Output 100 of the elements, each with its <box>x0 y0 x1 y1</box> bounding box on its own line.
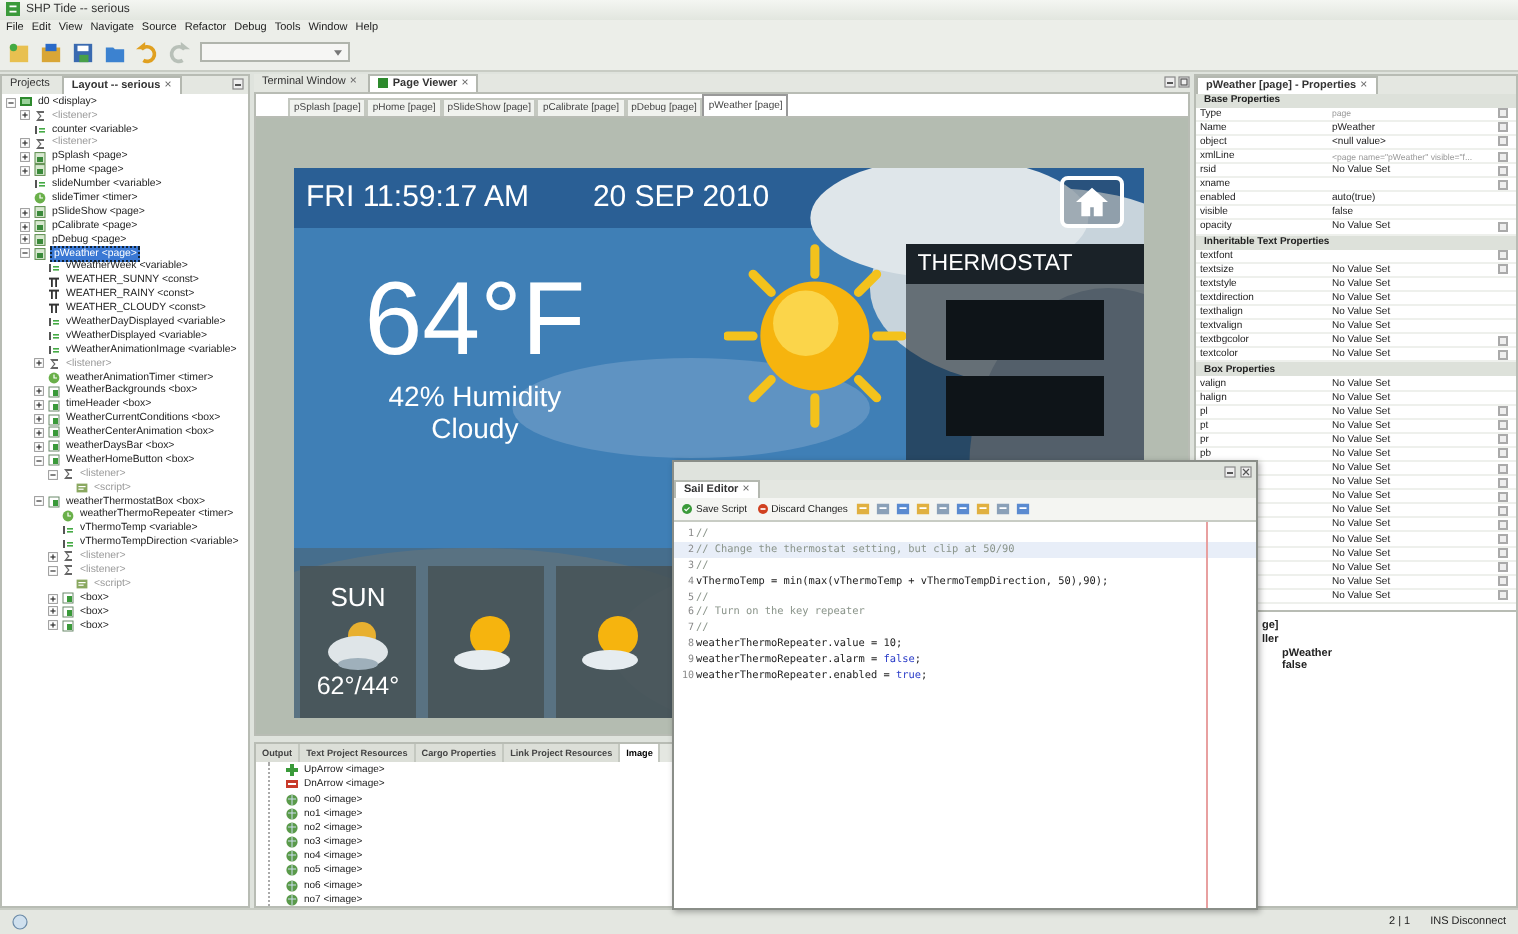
toolbar-icon[interactable] <box>875 502 890 516</box>
sigma-icon <box>34 109 46 122</box>
expand-icon[interactable] <box>34 386 44 397</box>
minimize-icon[interactable] <box>1224 465 1236 477</box>
ellipsis-button[interactable] <box>1498 179 1508 190</box>
toolbar-icon[interactable] <box>1015 502 1030 516</box>
configuration-dropdown[interactable] <box>200 42 350 63</box>
ellipsis-button[interactable] <box>1498 151 1508 161</box>
new-file-icon[interactable] <box>8 41 30 64</box>
sigma-icon <box>34 137 46 150</box>
maximize-icon[interactable] <box>1178 76 1190 89</box>
humidity-label: 42% Humidity <box>388 379 562 412</box>
toolbar-icon[interactable] <box>935 502 950 516</box>
toolbar-icon[interactable] <box>855 502 870 516</box>
undo-icon[interactable] <box>136 41 158 64</box>
minimize-icon[interactable] <box>1164 76 1176 89</box>
minus-icon <box>286 778 298 791</box>
ellipsis-button[interactable] <box>1498 562 1508 573</box>
expand-icon[interactable] <box>20 152 30 163</box>
ellipsis-button[interactable] <box>1498 136 1508 147</box>
expand-icon[interactable] <box>48 606 58 617</box>
ellipsis-button[interactable] <box>1498 349 1508 360</box>
clock-icon <box>62 509 74 522</box>
ellipsis-button[interactable] <box>1498 491 1508 502</box>
toolbar-icon[interactable] <box>895 502 910 516</box>
date-label: 20 SEP 2010 <box>592 180 770 215</box>
expand-icon[interactable] <box>20 110 30 121</box>
ellipsis-button[interactable] <box>1498 335 1508 346</box>
ellipsis-button[interactable] <box>1498 505 1508 516</box>
ellipsis-button[interactable] <box>1498 250 1508 261</box>
script-icon <box>76 578 88 591</box>
ellipsis-button[interactable] <box>1498 434 1508 445</box>
collapse-icon[interactable] <box>34 496 44 507</box>
variable-icon <box>34 123 46 136</box>
expand-icon[interactable] <box>20 234 30 245</box>
ellipsis-button[interactable] <box>1498 406 1508 417</box>
time-label: FRI 11:59:17 AM <box>306 180 529 215</box>
redo-icon[interactable] <box>168 41 190 64</box>
script-icon <box>76 481 88 494</box>
ellipsis-button[interactable] <box>1498 463 1508 474</box>
expand-icon[interactable] <box>48 593 58 604</box>
ellipsis-button[interactable] <box>1498 221 1508 232</box>
ellipsis-button[interactable] <box>1498 420 1508 431</box>
ellipsis-button[interactable] <box>1498 590 1508 601</box>
ellipsis-button[interactable] <box>1498 448 1508 459</box>
clock-icon <box>48 371 60 384</box>
save-icon[interactable] <box>72 41 94 64</box>
ellipsis-button[interactable] <box>1498 477 1508 488</box>
home-button[interactable] <box>1060 175 1124 228</box>
collapse-icon[interactable] <box>48 469 58 480</box>
toolbar-icon[interactable] <box>955 502 970 516</box>
expand-icon[interactable] <box>20 207 30 218</box>
app-icon <box>6 2 20 17</box>
plus-icon <box>286 764 298 777</box>
stop-icon <box>757 504 768 514</box>
monitor-icon <box>20 96 32 109</box>
clock-icon <box>34 192 46 205</box>
expand-icon[interactable] <box>20 221 30 232</box>
ellipsis-button[interactable] <box>1498 548 1508 559</box>
notification-icon[interactable] <box>12 914 28 931</box>
expand-icon[interactable] <box>48 551 58 562</box>
temperature-label: 64°F <box>364 259 586 380</box>
expand-icon[interactable] <box>48 620 58 631</box>
expand-icon[interactable] <box>34 414 44 424</box>
expand-icon[interactable] <box>34 358 44 369</box>
caret-icon <box>334 49 342 56</box>
collapse-icon[interactable] <box>34 455 44 466</box>
sigma-icon <box>48 357 60 370</box>
ellipsis-button[interactable] <box>1498 108 1508 119</box>
sun-icon <box>723 239 906 432</box>
ellipsis-button[interactable] <box>1498 534 1508 545</box>
box-icon <box>48 495 60 508</box>
sigma-icon <box>62 468 74 481</box>
folder-icon[interactable] <box>40 41 62 64</box>
toolbar-icon[interactable] <box>915 502 930 516</box>
expand-icon[interactable] <box>20 138 30 149</box>
ellipsis-button[interactable] <box>1498 519 1508 530</box>
minimize-icon[interactable] <box>232 78 244 91</box>
expand-icon[interactable] <box>20 165 30 176</box>
ellipsis-button[interactable] <box>1498 122 1508 133</box>
ellipsis-button[interactable] <box>1498 264 1508 275</box>
toolbar-icon[interactable] <box>995 502 1010 516</box>
expand-icon[interactable] <box>34 441 44 452</box>
variable-icon <box>48 261 60 274</box>
check-icon <box>682 504 692 514</box>
house-icon <box>1074 185 1110 218</box>
temperature-range: 62°/44° <box>316 672 400 701</box>
expand-icon[interactable] <box>34 427 44 438</box>
collapse-icon[interactable] <box>20 248 30 259</box>
thermostat-title: THERMOSTAT <box>905 243 1144 284</box>
expand-icon[interactable] <box>34 400 44 411</box>
day-label: SUN <box>330 582 386 613</box>
collapse-icon[interactable] <box>48 565 58 576</box>
collapse-icon[interactable] <box>6 97 16 108</box>
page-icon <box>378 78 389 89</box>
condition-label: Cloudy <box>431 411 519 444</box>
ellipsis-button[interactable] <box>1498 576 1508 587</box>
ellipsis-button[interactable] <box>1498 165 1508 176</box>
toolbar-icon[interactable] <box>975 502 990 516</box>
close-icon[interactable] <box>1240 465 1252 477</box>
